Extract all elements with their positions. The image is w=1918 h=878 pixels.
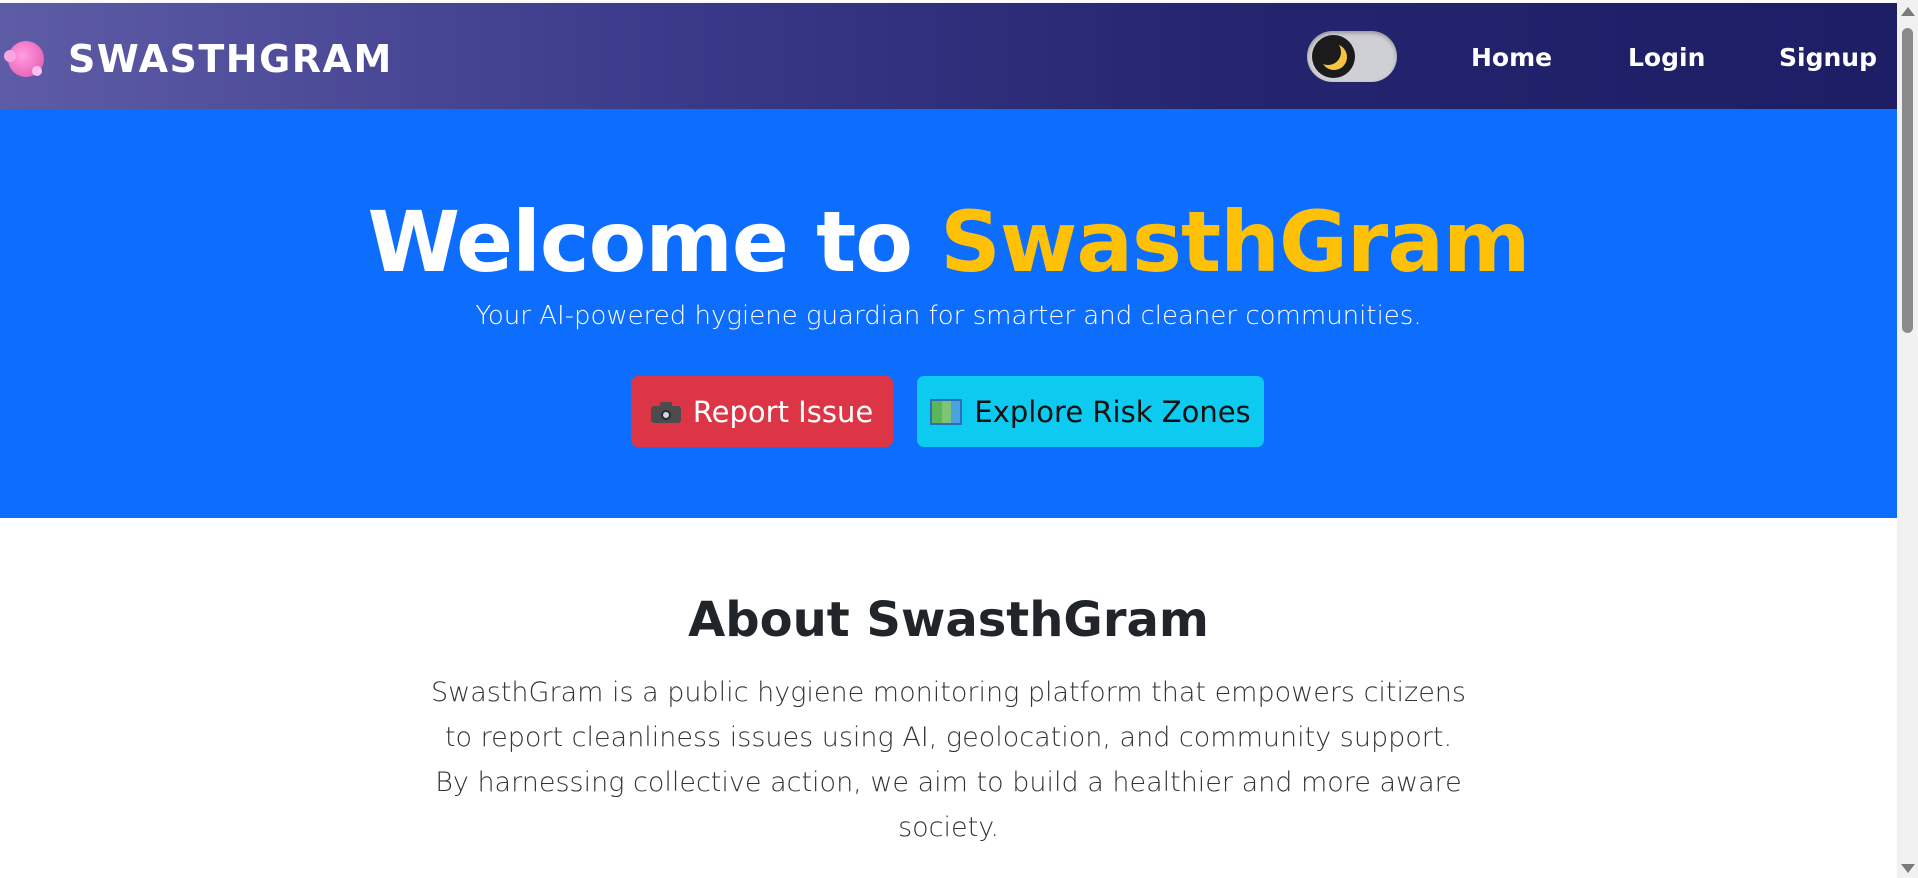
vertical-scrollbar[interactable] bbox=[1897, 0, 1918, 878]
moon-icon bbox=[1312, 35, 1355, 78]
hero-title-prefix: Welcome to bbox=[367, 193, 941, 291]
hero-section: Welcome to SwasthGram Your AI-powered hy… bbox=[0, 109, 1897, 518]
hero-title: Welcome to SwasthGram bbox=[0, 192, 1897, 292]
brand-logo-icon bbox=[4, 38, 46, 80]
nav-link-home[interactable]: Home bbox=[1471, 43, 1552, 73]
nav-link-login[interactable]: Login bbox=[1628, 43, 1705, 73]
explore-risk-zones-label: Explore Risk Zones bbox=[974, 394, 1251, 429]
explore-risk-zones-button[interactable]: Explore Risk Zones bbox=[917, 376, 1264, 447]
about-description: SwasthGram is a public hygiene monitorin… bbox=[431, 677, 1466, 843]
nav-link-signup[interactable]: Signup bbox=[1779, 43, 1877, 73]
page: SWASTHGRAM Home Login Signup Welcome to … bbox=[0, 0, 1897, 878]
scroll-down-arrow-icon[interactable] bbox=[1901, 864, 1915, 873]
about-title: About SwasthGram bbox=[688, 592, 1209, 648]
hero-subtitle: Your AI-powered hygiene guardian for sma… bbox=[475, 301, 1422, 331]
map-icon bbox=[930, 398, 963, 425]
report-issue-button[interactable]: Report Issue bbox=[631, 376, 893, 447]
brand-name: SWASTHGRAM bbox=[68, 37, 393, 81]
hero-title-accent: SwasthGram bbox=[940, 193, 1530, 291]
navbar: SWASTHGRAM Home Login Signup bbox=[0, 3, 1897, 109]
camera-icon bbox=[650, 401, 681, 423]
brand[interactable]: SWASTHGRAM bbox=[4, 37, 393, 81]
scrollbar-thumb[interactable] bbox=[1902, 28, 1913, 333]
theme-toggle[interactable] bbox=[1307, 31, 1397, 82]
report-issue-label: Report Issue bbox=[692, 394, 874, 429]
scroll-up-arrow-icon[interactable] bbox=[1901, 7, 1915, 16]
